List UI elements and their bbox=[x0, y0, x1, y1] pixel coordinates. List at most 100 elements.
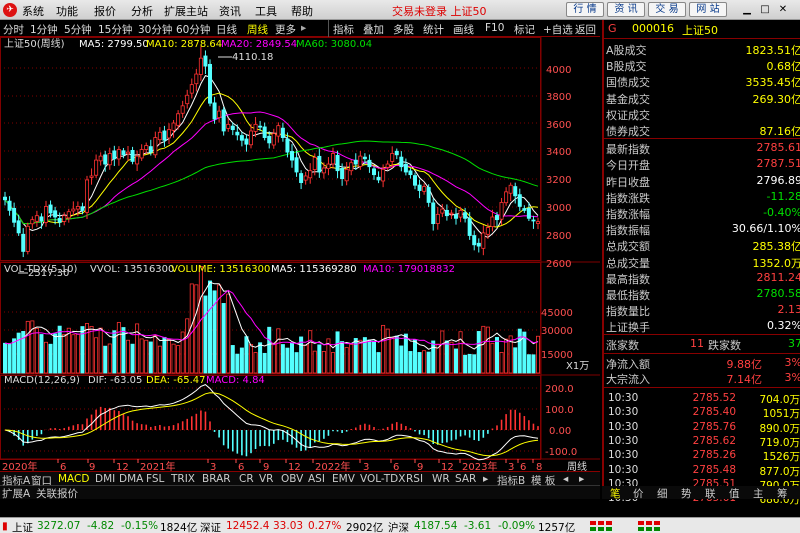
volume-bar bbox=[248, 344, 253, 374]
website-button[interactable]: 网 站 bbox=[689, 2, 727, 17]
volume-bar bbox=[467, 353, 472, 374]
tab-fsl[interactable]: FSL bbox=[146, 473, 164, 485]
panel-border bbox=[0, 375, 541, 460]
menu-function[interactable]: 功能 bbox=[56, 3, 78, 19]
stock-flag-icon: G bbox=[608, 22, 617, 35]
tab-dma[interactable]: DMA bbox=[119, 473, 143, 485]
candle-body bbox=[144, 145, 149, 150]
index-change: 33.03 bbox=[273, 520, 304, 532]
tab-brar[interactable]: BRAR bbox=[202, 473, 231, 485]
index-name[interactable]: 深证 bbox=[200, 520, 221, 533]
menu-system[interactable]: 系统 bbox=[22, 3, 44, 19]
volume-bar bbox=[517, 328, 522, 374]
menu-extended-host[interactable]: 扩展主站 bbox=[164, 3, 208, 19]
period-1min[interactable]: 1分钟 bbox=[30, 22, 58, 37]
candle-body bbox=[321, 167, 326, 174]
tab-trix[interactable]: TRIX bbox=[171, 473, 195, 485]
scroll-right-icon[interactable]: ▸ bbox=[579, 473, 584, 485]
add-watchlist-button[interactable]: +自选 bbox=[543, 22, 573, 37]
tab-wr[interactable]: WR bbox=[432, 473, 450, 485]
more-arrow-icon[interactable]: ▸ bbox=[301, 22, 306, 34]
multi-stock-button[interactable]: 多股 bbox=[393, 22, 414, 37]
tab-dmi[interactable]: DMI bbox=[95, 473, 115, 485]
macd-value-legend: MACD: 4.84 bbox=[206, 375, 265, 386]
period-weekly[interactable]: 周线 bbox=[247, 22, 268, 37]
period-15min[interactable]: 15分钟 bbox=[98, 22, 132, 37]
tab-related[interactable]: 联 bbox=[705, 486, 716, 501]
stat-label: 昨日收盘 bbox=[606, 175, 650, 189]
index-name[interactable]: 沪深 bbox=[388, 520, 409, 533]
tab-cr[interactable]: CR bbox=[239, 473, 254, 485]
tab-scroll-right-icon[interactable]: ▸ bbox=[483, 473, 488, 485]
menu-analysis[interactable]: 分析 bbox=[131, 3, 153, 19]
indicator-button[interactable]: 指标 bbox=[333, 22, 354, 37]
tab-vol-tdx[interactable]: VOL-TDX bbox=[360, 473, 405, 485]
candle-body bbox=[399, 156, 404, 168]
candle-body bbox=[408, 170, 413, 176]
tab-price[interactable]: 价 bbox=[633, 486, 644, 501]
moving-average-lines bbox=[4, 74, 539, 238]
menu-quote[interactable]: 报价 bbox=[94, 3, 116, 19]
volume-axis-label: 30000 bbox=[541, 326, 573, 337]
index-change: -4.82 bbox=[87, 520, 115, 532]
tab-obv[interactable]: OBV bbox=[281, 473, 303, 485]
close-icon[interactable]: ✕ bbox=[776, 3, 790, 16]
overlay-button[interactable]: 叠加 bbox=[363, 22, 384, 37]
market-button[interactable]: 行 情 bbox=[566, 2, 604, 17]
draw-line-button[interactable]: 画线 bbox=[453, 22, 474, 37]
tab-trades[interactable]: 笔 bbox=[610, 486, 621, 501]
menu-help[interactable]: 帮助 bbox=[291, 3, 313, 19]
period-daily[interactable]: 日线 bbox=[216, 22, 237, 37]
tab-macd[interactable]: MACD bbox=[58, 473, 89, 485]
minimize-icon[interactable]: ▁ bbox=[740, 3, 754, 16]
tab-detail[interactable]: 细 bbox=[657, 486, 668, 501]
volume-bar bbox=[358, 339, 363, 374]
flow-pct: 3% bbox=[784, 356, 800, 369]
tab-rsi[interactable]: RSI bbox=[406, 473, 423, 485]
volume-bar bbox=[526, 354, 531, 374]
candle-body bbox=[522, 208, 527, 211]
tab-sar[interactable]: SAR bbox=[455, 473, 476, 485]
flow-value: 7.14亿 bbox=[726, 373, 763, 386]
candle-body bbox=[116, 149, 121, 160]
candle-body bbox=[517, 194, 522, 207]
tab-trend[interactable]: 势 bbox=[681, 486, 692, 501]
volume-bar bbox=[312, 350, 317, 374]
tab-value[interactable]: 值 bbox=[729, 486, 740, 501]
candle-body bbox=[308, 170, 313, 179]
period-tick[interactable]: 分时 bbox=[3, 22, 24, 37]
menu-tools[interactable]: 工具 bbox=[255, 3, 277, 19]
trade-button[interactable]: 交 易 bbox=[648, 2, 686, 17]
period-30min[interactable]: 30分钟 bbox=[138, 22, 172, 37]
index-amount: 1824亿 bbox=[160, 522, 198, 533]
period-5min[interactable]: 5分钟 bbox=[64, 22, 92, 37]
candle-body bbox=[235, 131, 240, 136]
tab-asi[interactable]: ASI bbox=[308, 473, 325, 485]
statistics-button[interactable]: 统计 bbox=[423, 22, 444, 37]
tab-chips[interactable]: 筹 bbox=[777, 486, 788, 501]
volume-bar bbox=[453, 348, 458, 374]
tab-main[interactable]: 主 bbox=[753, 486, 764, 501]
volume-bar bbox=[226, 293, 231, 374]
candle-body bbox=[34, 215, 39, 222]
news-button[interactable]: 资 讯 bbox=[607, 2, 645, 17]
ma10-legend: MA10: 2878.64 bbox=[146, 39, 222, 50]
menu-info[interactable]: 资讯 bbox=[219, 3, 241, 19]
tick-vol: 890.0万 bbox=[759, 422, 800, 435]
back-button[interactable]: 返回 bbox=[575, 22, 596, 37]
tab-extension-a[interactable]: 扩展A bbox=[2, 486, 30, 501]
weekly-kline-chart[interactable]: 上证50(周线) MA5: 2799.50 MA10: 2878.64 MA20… bbox=[0, 37, 600, 485]
tab-vr[interactable]: VR bbox=[259, 473, 273, 485]
period-more[interactable]: 更多 bbox=[275, 22, 296, 37]
f10-button[interactable]: F10 bbox=[485, 22, 504, 34]
period-60min[interactable]: 60分钟 bbox=[176, 22, 210, 37]
maximize-icon[interactable]: □ bbox=[758, 3, 772, 16]
tab-related-quotes[interactable]: 关联报价 bbox=[36, 486, 78, 501]
scroll-left-icon[interactable]: ◂ bbox=[563, 473, 568, 485]
stock-code: 000016 bbox=[632, 22, 674, 35]
mark-button[interactable]: 标记 bbox=[514, 22, 535, 37]
candle-body bbox=[148, 146, 153, 153]
index-name[interactable]: 上证 bbox=[12, 520, 33, 533]
candle-body bbox=[463, 212, 468, 219]
tab-emv[interactable]: EMV bbox=[332, 473, 355, 485]
